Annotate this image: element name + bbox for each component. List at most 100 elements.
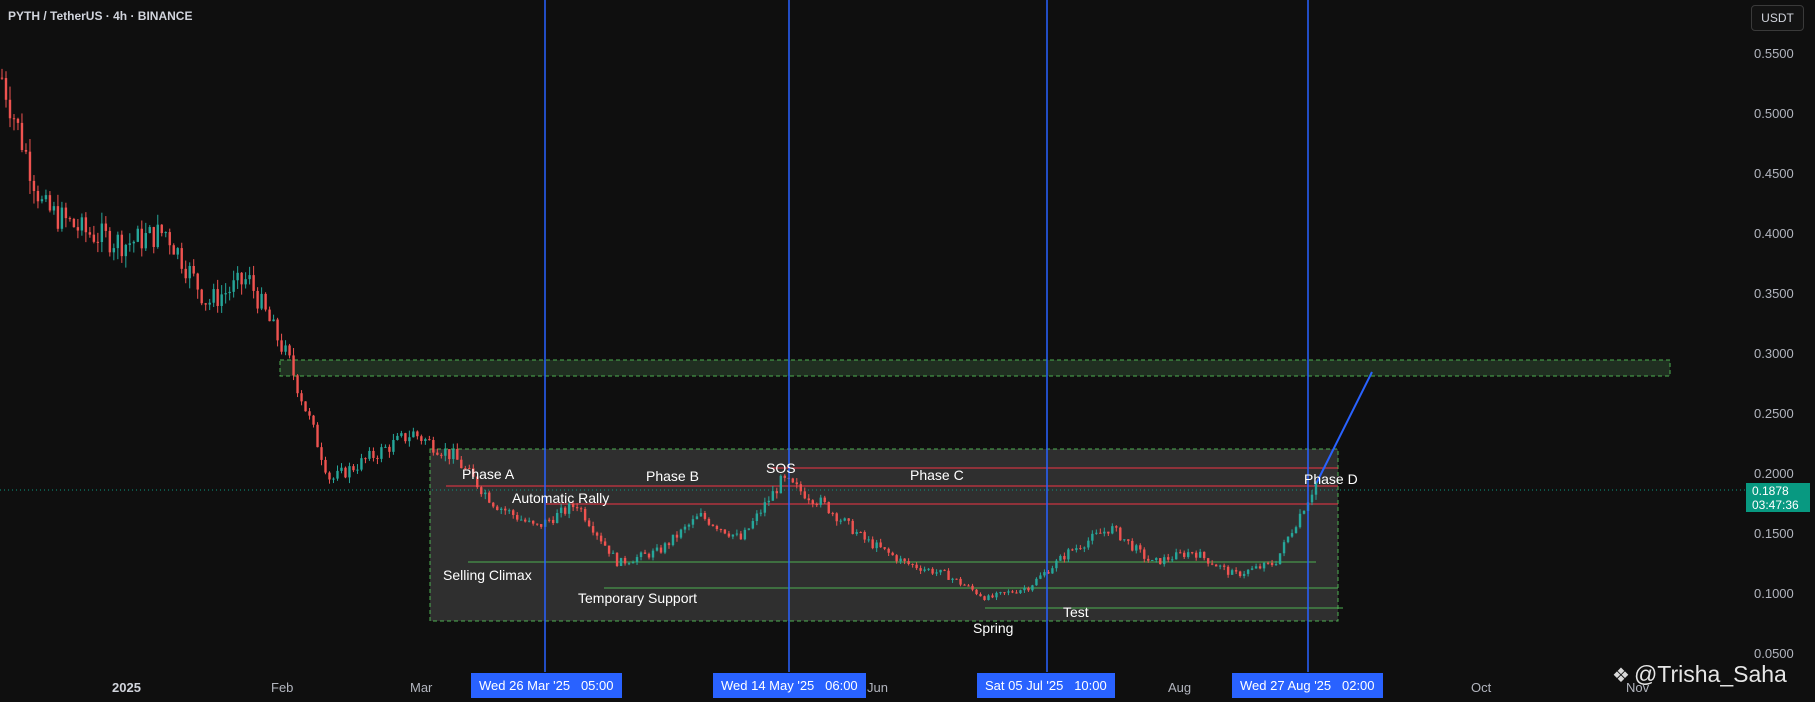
candle-body: [895, 555, 898, 562]
candle-body: [771, 491, 775, 501]
candle-body: [659, 547, 663, 553]
candle-body: [300, 393, 303, 402]
price-tick: 0.5000: [1754, 106, 1794, 121]
candle-body: [192, 265, 195, 274]
candle-body: [1190, 552, 1194, 554]
price-tick: 0.4000: [1754, 226, 1794, 241]
candle-body: [152, 227, 155, 247]
candle-body: [408, 437, 411, 442]
candle-body: [983, 596, 986, 600]
candle-body: [1163, 557, 1166, 565]
candle-body: [444, 449, 447, 456]
candle-body: [871, 539, 874, 549]
candle-body: [360, 458, 363, 470]
candle-body: [1119, 527, 1122, 541]
candle-body: [991, 595, 994, 598]
candle-body: [1035, 578, 1038, 586]
candle-body: [1107, 531, 1110, 534]
candle-body: [524, 519, 527, 522]
candle-body: [1015, 592, 1018, 594]
candle-body: [1031, 585, 1034, 591]
candle-body: [639, 552, 643, 558]
candle-body: [284, 345, 287, 352]
candle-body: [1294, 527, 1298, 534]
price-tick: 0.0500: [1754, 646, 1794, 661]
date-marker-label-aug[interactable]: Wed 27 Aug '25 02:00: [1232, 673, 1383, 698]
candle-body: [559, 507, 563, 514]
candle-body: [947, 570, 950, 580]
candle-body: [699, 513, 703, 517]
candle-body: [751, 521, 755, 529]
price-tick: 0.1500: [1754, 526, 1794, 541]
candle-body: [687, 524, 691, 527]
candle-body: [951, 578, 954, 580]
candle-body: [795, 482, 798, 485]
price-tick: 0.5500: [1754, 46, 1794, 61]
candle-body: [220, 294, 223, 306]
candle-body: [707, 518, 711, 525]
candle-body: [703, 513, 707, 519]
candle-body: [212, 289, 215, 303]
price-tick: 0.1000: [1754, 586, 1794, 601]
candle-body: [112, 248, 116, 253]
bar-countdown: 03:47:36: [1752, 498, 1799, 512]
candle-body: [232, 280, 235, 292]
candle-body: [975, 589, 978, 595]
candle-body: [595, 532, 599, 536]
candle-body: [959, 578, 962, 585]
date-marker-label-mar[interactable]: Wed 26 Mar '25 05:00: [471, 673, 622, 698]
candle-body: [260, 293, 263, 309]
candle-body: [24, 149, 28, 152]
candle-body: [1139, 545, 1142, 550]
candle-body: [52, 206, 56, 211]
candle-body: [867, 539, 870, 541]
candle-body: [1290, 533, 1294, 537]
candle-body: [1230, 570, 1234, 575]
candle-body: [1262, 562, 1266, 569]
currency-button[interactable]: USDT: [1751, 5, 1804, 31]
candle-body: [719, 529, 723, 531]
candle-body: [943, 569, 946, 571]
candle-body: [448, 449, 451, 460]
candle-body: [995, 592, 998, 598]
candle-body: [735, 533, 739, 535]
candle-body: [272, 319, 275, 322]
candle-body: [839, 520, 842, 522]
candle-body: [428, 439, 431, 441]
date-marker-label-jul[interactable]: Sat 05 Jul '25 10:00: [977, 673, 1115, 698]
candle-body: [312, 415, 315, 425]
candle-body: [132, 241, 135, 244]
date-marker-label-may[interactable]: Wed 14 May '25 06:00: [713, 673, 866, 698]
candle-body: [923, 569, 926, 571]
annotation-temporary-support: Temporary Support: [578, 590, 698, 606]
candle-body: [655, 547, 659, 551]
candle-body: [12, 118, 16, 120]
candle-body: [108, 230, 112, 253]
candle-body: [1011, 591, 1014, 593]
candle-body: [931, 568, 934, 574]
candle-body: [915, 564, 918, 569]
candle-body: [248, 275, 251, 280]
candle-body: [783, 475, 787, 478]
candle-body: [755, 513, 759, 522]
candle-body: [1067, 549, 1070, 560]
candle-body: [823, 497, 826, 503]
candle-body: [1202, 551, 1206, 559]
candle-body: [1234, 570, 1238, 572]
candle-body: [723, 529, 727, 534]
symbol-title[interactable]: PYTH / TetherUS · 4h · BINANCE: [8, 9, 192, 23]
target-zone-box: [279, 359, 1671, 377]
candle-body: [1087, 540, 1090, 548]
annotation-sos: SOS: [766, 460, 796, 476]
candle-body: [188, 265, 191, 279]
candle-body: [64, 207, 68, 219]
candle-body: [847, 518, 850, 521]
price-chart[interactable]: [0, 0, 1815, 702]
candle-body: [224, 293, 227, 295]
candle-body: [1210, 563, 1214, 565]
candle-body: [911, 564, 914, 566]
candle-body: [344, 467, 347, 478]
candle-body: [1127, 539, 1130, 541]
candle-body: [1246, 569, 1250, 574]
candle-body: [675, 534, 679, 538]
